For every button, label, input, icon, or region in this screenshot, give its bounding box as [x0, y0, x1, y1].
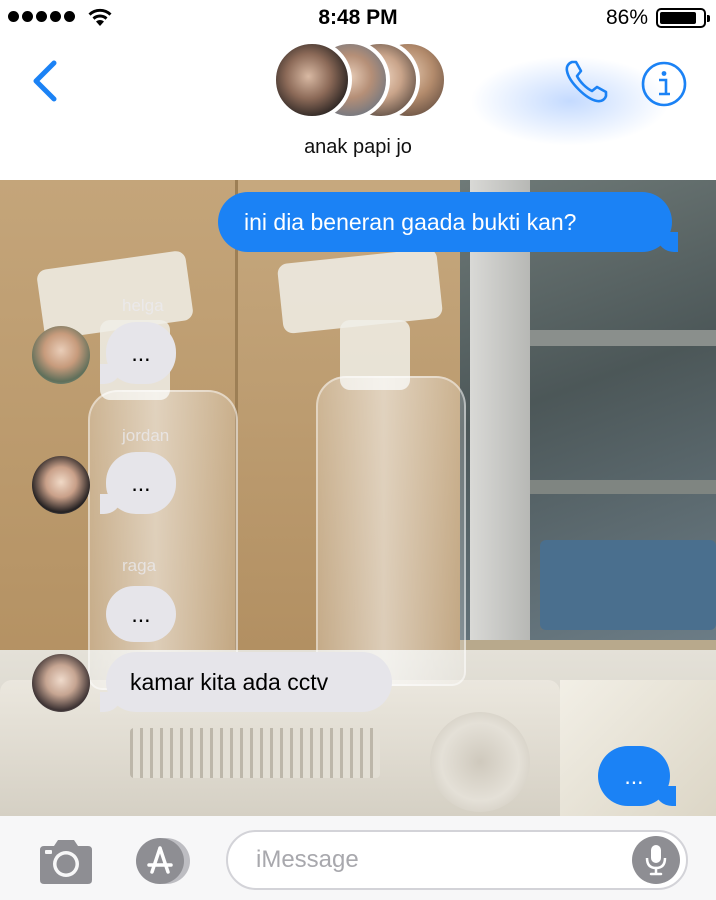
message-bubble-outgoing[interactable]: ini dia beneran gaada bukti kan?	[218, 192, 678, 252]
message-input[interactable]	[226, 830, 688, 890]
message-bubble-incoming[interactable]: ...	[106, 586, 176, 642]
avatar	[272, 40, 352, 120]
background-photo	[530, 330, 716, 346]
message-text: ini dia beneran gaada bukti kan?	[244, 208, 577, 235]
message-bubble-incoming[interactable]: ...	[100, 322, 176, 384]
background-photo	[130, 728, 380, 778]
status-bar: 8:48 PM 86%	[0, 0, 716, 36]
camera-icon[interactable]	[36, 838, 96, 886]
message-text: ...	[131, 600, 151, 627]
background-photo	[530, 480, 716, 494]
background-photo	[316, 376, 466, 686]
conversation-header: anak papi jo	[0, 36, 716, 180]
avatar[interactable]	[32, 326, 90, 384]
phone-icon[interactable]	[560, 56, 612, 108]
background-photo	[540, 540, 716, 630]
message-text: ...	[131, 469, 151, 496]
battery-icon	[656, 8, 710, 28]
avatar[interactable]	[32, 654, 90, 712]
group-name[interactable]: anak papi jo	[0, 136, 716, 159]
group-avatar-stack[interactable]	[272, 40, 452, 124]
chat-area[interactable]: ini dia beneran gaada bukti kan? helga .…	[0, 180, 716, 816]
sender-name: raga	[122, 556, 157, 575]
avatar[interactable]	[32, 456, 90, 514]
app-store-icon[interactable]	[130, 836, 194, 886]
microphone-button[interactable]	[632, 836, 680, 884]
sender-name: jordan	[122, 426, 170, 445]
message-bubble-incoming[interactable]: ...	[100, 452, 176, 514]
message-bubble-outgoing[interactable]: ...	[598, 746, 676, 806]
message-text: ...	[131, 339, 151, 366]
message-bubble-incoming[interactable]: kamar kita ada cctv	[100, 652, 392, 712]
background-photo	[430, 712, 530, 812]
battery-percentage: 86%	[605, 6, 648, 29]
info-icon[interactable]	[640, 60, 688, 108]
sender-name: helga	[122, 296, 164, 315]
back-chevron-icon[interactable]	[26, 58, 66, 104]
microphone-icon	[645, 845, 667, 876]
message-text: kamar kita ada cctv	[130, 668, 329, 695]
message-text: ...	[624, 762, 644, 789]
composer-bar	[0, 816, 716, 900]
